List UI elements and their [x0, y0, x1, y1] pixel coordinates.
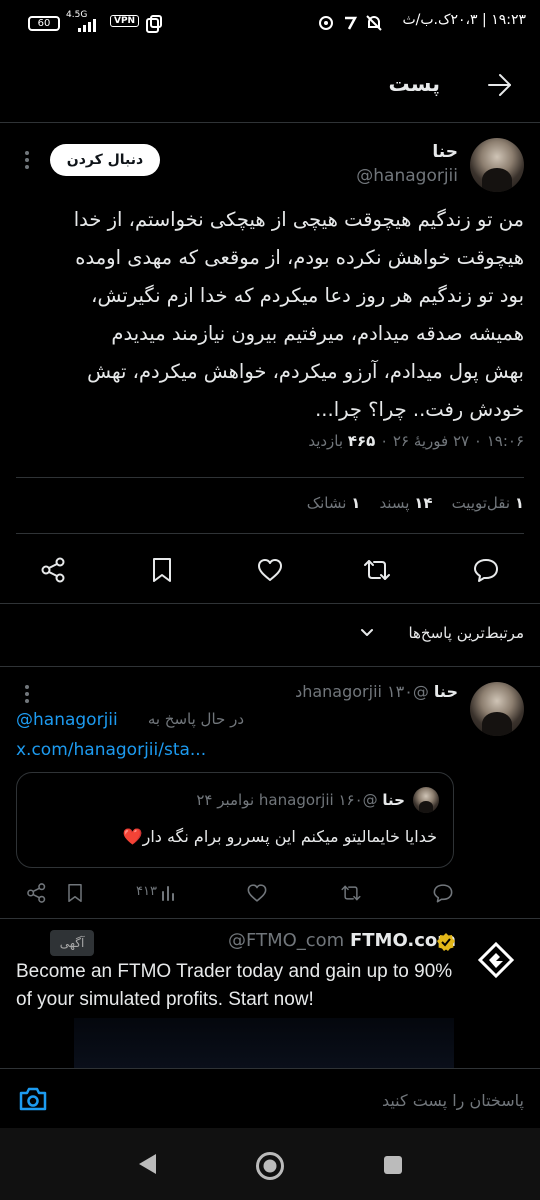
app-icon	[146, 15, 162, 33]
divider	[16, 533, 524, 534]
reply-retweet-icon[interactable]	[340, 882, 362, 904]
bookmark-icon[interactable]	[150, 556, 174, 584]
status-bar: 60 4.5G VPN ۱۹:۲۳ | ۲۰،۳ک.ب/ث	[0, 0, 540, 48]
battery-indicator: 60	[28, 16, 60, 31]
reply-bookmark-icon[interactable]	[66, 882, 84, 904]
author-avatar[interactable]	[470, 138, 524, 192]
ad-text: Become an FTMO Trader today and gain up …	[16, 961, 453, 1010]
divider	[0, 666, 540, 667]
check-icon	[345, 16, 358, 30]
ftmo-logo-icon[interactable]	[476, 940, 516, 980]
bookmarks-stat[interactable]: ۱ نشانک	[307, 494, 361, 512]
views-icon[interactable]	[160, 884, 178, 902]
reply-header: حنا @hanagorjii ۱۳۰د	[295, 682, 458, 701]
reply-more-icon[interactable]	[24, 684, 30, 704]
compose-bar: پاسختان را پست کنید	[0, 1068, 540, 1128]
retweet-icon[interactable]	[362, 556, 392, 584]
author-handle[interactable]: @hanagorjii	[356, 166, 458, 186]
vpn-badge: VPN	[110, 15, 140, 27]
quoted-post[interactable]: حنا @hanagorjii ۱۶۰ نوامبر ۲۴ خدایا خایم…	[16, 772, 454, 868]
replying-to-handle[interactable]: @hanagorjii	[16, 710, 118, 730]
quote-header: حنا @hanagorjii ۱۶۰ نوامبر ۲۴	[196, 791, 405, 809]
chat-bubble-icon	[319, 16, 333, 30]
ad-header: @FTMO_com FTMO.com	[228, 930, 456, 951]
post-meta: ۱۹:۰۶ ۰ ۲۷ فوریهٔ ۲۶ ۰ ۴۶۵ بازدید	[308, 432, 524, 450]
divider	[0, 603, 540, 604]
quote-author-name: حنا	[382, 791, 405, 809]
post-stats: ۱ نقل‌توییت ۱۴ پسند ۱ نشانک	[307, 494, 524, 512]
compose-input[interactable]: پاسختان را پست کنید	[382, 1091, 524, 1110]
replies-sort-label: مرتبط‌ترین پاسخ‌ها	[408, 624, 524, 642]
views-label: بازدید	[308, 432, 344, 450]
views-count: ۴۶۵	[347, 432, 376, 450]
divider	[16, 477, 524, 478]
reply-link[interactable]: x.com/hanagorjii/sta...	[16, 740, 206, 760]
page-title: پست	[388, 72, 441, 96]
signal-icon	[78, 19, 96, 32]
follow-button[interactable]: دنبال کردن	[50, 144, 160, 176]
reply-reply-icon[interactable]	[432, 882, 454, 904]
nav-recents-icon[interactable]	[382, 1154, 404, 1176]
nav-back-icon[interactable]	[136, 1152, 158, 1176]
system-nav-bar	[0, 1128, 540, 1200]
reply-icon[interactable]	[472, 556, 500, 584]
divider	[0, 918, 540, 919]
post-timestamp: ۱۹:۰۶ ۰ ۲۷ فوریهٔ ۲۶ ۰	[380, 432, 524, 450]
more-options-icon[interactable]	[24, 150, 30, 170]
mute-bell-icon	[366, 15, 382, 31]
divider	[0, 122, 540, 123]
like-icon[interactable]	[256, 556, 284, 584]
ad-media[interactable]	[74, 1018, 454, 1068]
replies-sort-dropdown[interactable]: مرتبط‌ترین پاسخ‌ها	[408, 624, 524, 642]
reply-author-avatar[interactable]	[470, 682, 524, 736]
reply-author-name[interactable]: حنا	[434, 682, 458, 701]
nav-home-icon[interactable]	[254, 1150, 286, 1182]
top-header: پست	[0, 48, 540, 120]
status-time: ۱۹:۲۳ | ۲۰،۳ک.ب/ث	[402, 12, 526, 28]
heart-emoji: ❤️	[122, 827, 143, 846]
quote-text: خدایا خایمالیتو میکنم این پسررو برام نگه…	[142, 827, 437, 846]
author-name[interactable]: حنا	[432, 142, 458, 162]
reply-share-icon[interactable]	[26, 882, 48, 904]
post-body: من تو زندگیم هیچوقت هیچی از هیچکی نخواست…	[73, 208, 524, 421]
share-icon[interactable]	[40, 556, 68, 584]
ad-label: آگهی	[50, 930, 94, 956]
likes-stat[interactable]: ۱۴ پسند	[379, 494, 432, 512]
quote-body: خدایا خایمالیتو میکنم این پسررو برام نگه…	[123, 827, 437, 846]
retweet-stat[interactable]: ۱ نقل‌توییت	[452, 494, 524, 512]
ad-handle[interactable]: @FTMO_com	[228, 930, 344, 951]
camera-icon[interactable]	[18, 1085, 48, 1113]
reply-like-icon[interactable]	[246, 882, 268, 904]
replying-to-label: در حال پاسخ به	[147, 710, 244, 728]
quote-author-avatar	[413, 787, 439, 813]
reply-views-count: ۴۱۳	[136, 884, 157, 899]
verified-badge-icon	[437, 933, 455, 951]
back-arrow-icon[interactable]	[486, 72, 514, 98]
chevron-down-icon[interactable]	[360, 628, 374, 638]
